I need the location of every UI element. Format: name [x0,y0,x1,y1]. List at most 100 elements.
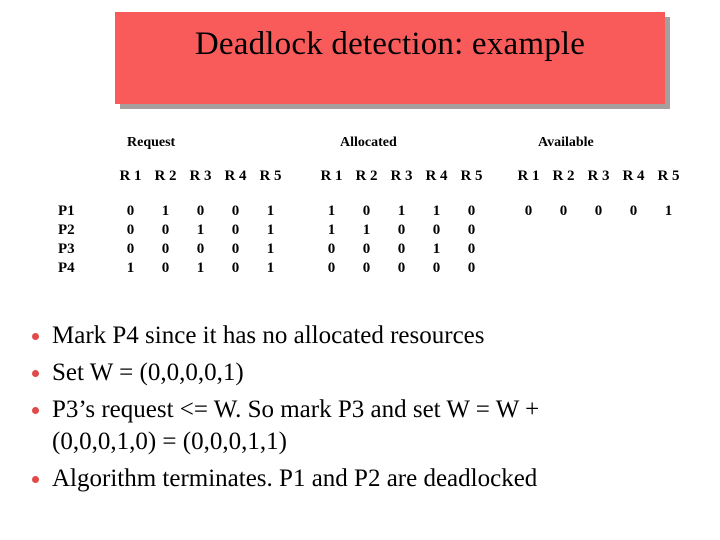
list-item: Mark P4 since it has no allocated resour… [26,320,710,352]
column-header: R 4 [622,168,645,184]
matrix-cell: 1 [432,241,441,257]
list-item-text-continued: (0,0,0,1,0) = (0,0,0,1,1) [52,428,287,455]
process-label: P2 [58,222,75,238]
matrix-cell: 0 [467,260,476,276]
column-header: R 3 [390,168,413,184]
request-resource-header-row: R 1 R 2 R 3 R 4 R 5 [114,166,289,186]
bullet-dot-icon [32,370,39,377]
list-item-text: Algorithm terminates. P1 and P2 are dead… [52,465,538,492]
matrix-cell: 0 [126,203,135,219]
list-item: Algorithm terminates. P1 and P2 are dead… [26,463,710,495]
allocated-matrix: 1 0 1 1 0 1 1 0 0 0 0 0 0 1 0 0 0 0 0 0 [315,202,490,278]
bullet-dot-icon [32,407,39,414]
allocated-group-label: Allocated [340,135,397,150]
matrix-cell: 0 [231,241,240,257]
request-matrix: 0 1 0 0 1 0 0 1 0 1 0 0 0 0 1 1 0 1 0 1 [114,202,289,278]
process-label: P1 [58,203,75,219]
matrix-cell: 0 [126,241,135,257]
table-row: 0 0 0 0 1 [512,202,687,221]
matrix-cell: 1 [266,203,275,219]
bullet-dot-icon [32,333,39,340]
matrix-cell: 1 [126,260,135,276]
column-header: R 3 [189,168,212,184]
matrix-cell: 0 [524,203,533,219]
matrix-cell: 0 [327,260,336,276]
matrix-cell: 1 [432,203,441,219]
matrix-cell: 0 [231,203,240,219]
matrix-cell: 1 [327,203,336,219]
matrix-cell: 0 [559,203,568,219]
column-header: R 1 [320,168,343,184]
table-row: 0 0 0 1 0 [315,240,490,259]
table-row: 1 1 0 0 0 [315,221,490,240]
column-header: R 2 [154,168,177,184]
column-header: R 1 [517,168,540,184]
list-item-text: Mark P4 since it has no allocated resour… [52,322,485,349]
matrix-cell: 0 [196,203,205,219]
matrix-cell: 0 [362,260,371,276]
process-label: P4 [58,260,75,276]
table-row: 1 0 1 1 0 [315,202,490,221]
matrix-cell: 0 [126,222,135,238]
matrix-cell: 0 [467,222,476,238]
matrix-cell: 0 [362,203,371,219]
matrix-cell: 0 [432,222,441,238]
bullet-list: Mark P4 since it has no allocated resour… [26,320,710,500]
matrix-cell: 0 [196,241,205,257]
matrix-cell: 0 [467,241,476,257]
matrix-cell: 1 [362,222,371,238]
column-header: R 5 [460,168,483,184]
table-row: 0 1 0 0 1 [114,202,289,221]
matrix-cell: 0 [362,241,371,257]
table-row: 0 0 0 0 1 [114,240,289,259]
process-label-column: P1 P2 P3 P4 [58,202,75,278]
bullet-dot-icon [32,476,39,483]
list-item: Set W = (0,0,0,0,1) [26,357,710,389]
matrix-cell: 0 [467,203,476,219]
list-item: P3’s request <= W. So mark P3 and set W … [26,394,710,458]
matrix-cell: 0 [161,241,170,257]
matrix-cell: 0 [231,222,240,238]
matrix-cell: 0 [397,222,406,238]
column-header: R 5 [259,168,282,184]
column-header: R 4 [224,168,247,184]
matrix-cell: 0 [397,241,406,257]
matrix-cell: 0 [397,260,406,276]
matrix-cell: 0 [161,222,170,238]
matrix-cell: 1 [196,222,205,238]
page-title: Deadlock detection: example [194,26,586,62]
matrix-cell: 1 [161,203,170,219]
column-header: R 3 [587,168,610,184]
column-header: R 5 [657,168,680,184]
column-header: R 1 [119,168,142,184]
request-group-label: Request [127,135,176,150]
allocated-resource-header-row: R 1 R 2 R 3 R 4 R 5 [315,166,490,186]
table-row: 0 0 1 0 1 [114,221,289,240]
matrix-cell: 0 [327,241,336,257]
matrix-cell: 1 [266,222,275,238]
matrix-cell: 0 [432,260,441,276]
process-label: P3 [58,241,75,257]
title-banner: Deadlock detection: example [115,12,665,104]
column-header: R 4 [425,168,448,184]
column-header: R 2 [552,168,575,184]
available-group-label: Available [538,135,594,150]
available-vector: 0 0 0 0 1 [512,202,687,221]
table-row: 0 0 0 0 0 [315,259,490,278]
list-item-text: Set W = (0,0,0,0,1) [52,359,244,386]
list-item-text: P3’s request <= W. So mark P3 and set W … [52,396,540,423]
column-header: R 2 [355,168,378,184]
matrix-cell: 1 [196,260,205,276]
matrix-cell: 0 [231,260,240,276]
matrix-cell: 1 [266,260,275,276]
matrix-cell: 1 [327,222,336,238]
matrix-cell: 0 [161,260,170,276]
table-row: 1 0 1 0 1 [114,259,289,278]
matrix-cell: 0 [594,203,603,219]
available-resource-header-row: R 1 R 2 R 3 R 4 R 5 [512,166,687,186]
resource-matrices: Request Allocated Available R 1 R 2 R 3 … [0,126,720,311]
matrix-cell: 1 [397,203,406,219]
matrix-cell: 1 [266,241,275,257]
matrix-cell: 0 [629,203,638,219]
matrix-cell: 1 [664,203,673,219]
